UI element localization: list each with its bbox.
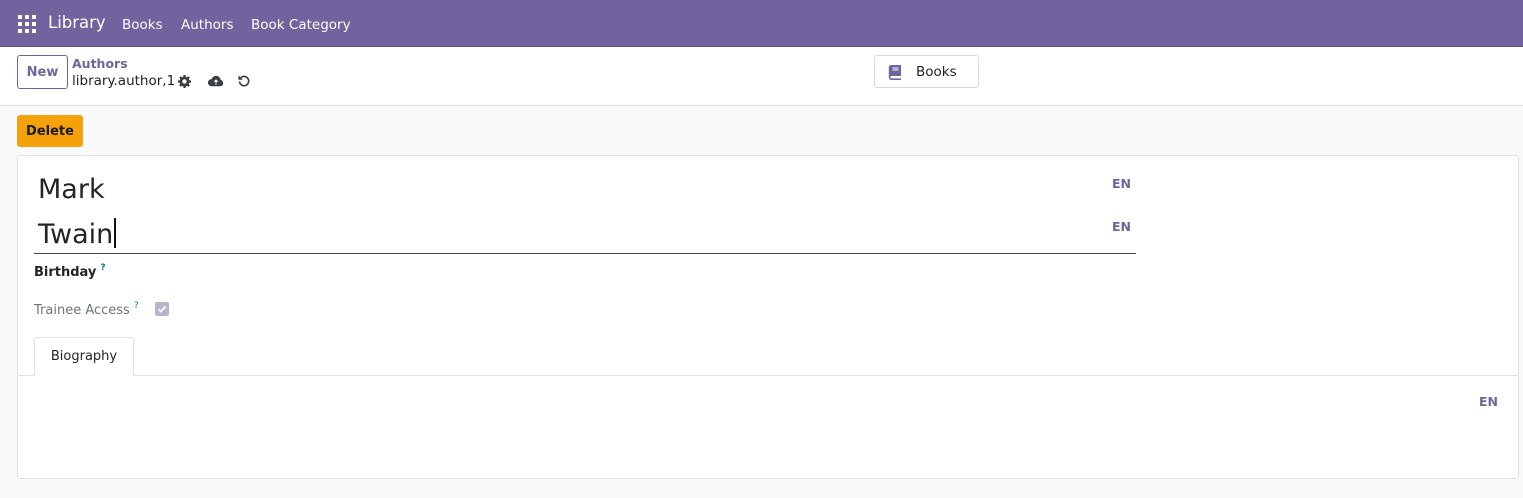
breadcrumb-authors[interactable]: Authors <box>72 56 128 71</box>
trainee-access-help-icon[interactable]: ? <box>134 301 139 311</box>
new-button[interactable]: New <box>17 55 68 89</box>
discard-icon[interactable] <box>236 73 252 89</box>
control-panel: New Authors library.author,1 Books <box>0 47 1523 106</box>
books-smart-button[interactable]: Books <box>874 55 979 88</box>
breadcrumb-record-name: library.author,1 <box>72 73 176 89</box>
first-name-field[interactable]: Mark <box>38 174 105 205</box>
first-name-lang-button[interactable]: EN <box>1112 176 1131 191</box>
text-caret <box>114 218 116 248</box>
trainee-access-label: Trainee Access? <box>34 301 139 318</box>
name-field-underline <box>34 253 1136 254</box>
form-sheet: Mark EN Twain EN Birthday? Trainee Acces… <box>17 155 1519 479</box>
birthday-label: Birthday? <box>34 263 106 280</box>
books-smart-button-label: Books <box>916 63 957 80</box>
notebook-tab-divider <box>18 375 1518 376</box>
delete-button[interactable]: Delete <box>17 115 83 147</box>
gear-icon[interactable] <box>176 73 192 89</box>
last-name-field[interactable]: Twain <box>38 218 116 250</box>
app-menu-grid-icon[interactable] <box>18 15 36 33</box>
trainee-access-label-text: Trainee Access <box>34 303 130 318</box>
check-icon <box>157 305 167 313</box>
nav-item-authors[interactable]: Authors <box>181 17 233 33</box>
birthday-help-icon[interactable]: ? <box>100 263 105 273</box>
top-navbar: Library Books Authors Book Category <box>0 0 1523 47</box>
app-brand[interactable]: Library <box>48 13 106 32</box>
nav-item-books[interactable]: Books <box>122 17 163 33</box>
cloud-upload-icon[interactable] <box>208 73 224 89</box>
tab-biography[interactable]: Biography <box>34 337 134 376</box>
trainee-access-checkbox[interactable] <box>155 302 169 316</box>
last-name-value: Twain <box>38 219 114 250</box>
last-name-lang-button[interactable]: EN <box>1112 219 1131 234</box>
biography-lang-button[interactable]: EN <box>1479 394 1498 409</box>
nav-item-book-category[interactable]: Book Category <box>251 17 351 33</box>
birthday-label-text: Birthday <box>34 265 97 280</box>
book-icon <box>887 64 903 80</box>
